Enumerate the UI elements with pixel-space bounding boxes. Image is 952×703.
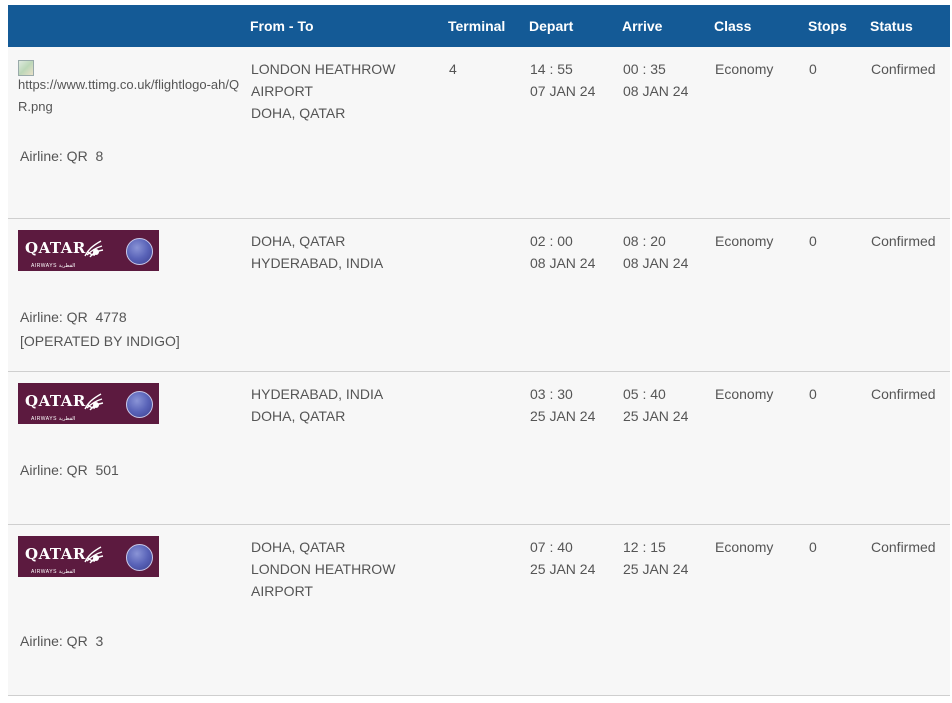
depart-date: 08 JAN 24 [530, 254, 596, 271]
airline-flight-number: Airline: QR 3 [20, 632, 104, 649]
stops-cell: 0 [809, 385, 817, 402]
airline-cell: QATAR AIRWAYS القطرية Airline: QR 4778 [… [8, 218, 250, 371]
terminal-cell [448, 218, 529, 371]
oneworld-icon [126, 543, 153, 571]
header-from-to: From - To [250, 18, 314, 34]
class-cell: Economy [715, 232, 774, 249]
route-from: LONDON HEATHROW AIRPORT [251, 61, 396, 99]
qatar-airways-logo: QATAR AIRWAYS القطرية [18, 229, 159, 271]
qatar-logo-sub: AIRWAYS القطرية [31, 568, 76, 575]
route-cell: DOHA, QATAR HYDERABAD, INDIA [250, 218, 448, 371]
oryx-icon [84, 545, 104, 563]
arrive-cell: 08 : 20 08 JAN 24 [622, 218, 714, 371]
arrive-date: 08 JAN 24 [623, 254, 689, 271]
status-cell: Confirmed [871, 538, 936, 555]
airline-info: Airline: QR 501 [18, 458, 242, 482]
oneworld-icon [126, 237, 153, 265]
airline-info: Airline: QR 4778 [OPERATED BY INDIGO] [18, 305, 242, 353]
route-from: DOHA, QATAR [251, 538, 346, 555]
route-to: LONDON HEATHROW AIRPORT [251, 560, 396, 599]
table-row: QATAR AIRWAYS القطرية Airline: QR 4778 [… [8, 218, 950, 371]
stops-cell: 0 [809, 538, 817, 555]
class-cell: Economy [715, 61, 774, 77]
terminal-cell: 4 [449, 61, 457, 77]
arrive-cell: 05 : 40 25 JAN 24 [622, 371, 714, 524]
route-from: DOHA, QATAR [251, 232, 346, 249]
header-class: Class [714, 18, 752, 34]
arrive-time: 00 : 35 [623, 61, 666, 77]
route-to: DOHA, QATAR [251, 407, 346, 424]
terminal-cell [448, 524, 529, 695]
operated-by: [OPERATED BY INDIGO] [20, 332, 180, 349]
table-header: From - To Terminal Depart Arrive Class S… [8, 5, 950, 47]
airline-info: Airline: QR 3 [18, 629, 242, 653]
route-from: HYDERABAD, INDIA [251, 385, 384, 402]
airline-logo-alt-text: https://www.ttimg.co.uk/flightlogo-ah/QR… [18, 77, 240, 114]
table-row: QATAR AIRWAYS القطرية Airline: QR 3 DOHA… [8, 524, 950, 695]
arrive-cell: 00 : 35 08 JAN 24 [622, 47, 714, 218]
arrive-cell: 12 : 15 25 JAN 24 [622, 524, 714, 695]
qatar-airways-logo: QATAR AIRWAYS القطرية [18, 535, 159, 577]
depart-date: 25 JAN 24 [530, 407, 596, 424]
depart-date: 07 JAN 24 [530, 83, 596, 99]
route-cell: DOHA, QATAR LONDON HEATHROW AIRPORT [250, 524, 448, 695]
depart-time: 02 : 00 [530, 232, 573, 249]
oryx-icon [84, 392, 104, 410]
depart-time: 03 : 30 [530, 385, 573, 402]
depart-date: 25 JAN 24 [530, 560, 596, 577]
depart-cell: 07 : 40 25 JAN 24 [529, 524, 622, 695]
header-logo [8, 5, 250, 47]
itinerary-container: From - To Terminal Depart Arrive Class S… [8, 5, 950, 696]
class-cell: Economy [715, 385, 774, 402]
airline-info: Airline: QR 8 [18, 144, 242, 168]
depart-time: 07 : 40 [530, 538, 573, 555]
airline-cell: QATAR AIRWAYS القطرية Airline: QR 3 [8, 524, 250, 695]
status-cell: Confirmed [871, 232, 936, 249]
arrive-time: 12 : 15 [623, 538, 666, 555]
route-cell: HYDERABAD, INDIA DOHA, QATAR [250, 371, 448, 524]
airline-flight-number: Airline: QR 4778 [20, 308, 127, 325]
status-cell: Confirmed [871, 385, 936, 402]
terminal-cell [448, 371, 529, 524]
depart-cell: 03 : 30 25 JAN 24 [529, 371, 622, 524]
status-cell: Confirmed [871, 61, 936, 77]
airline-flight-number: Airline: QR 8 [20, 148, 104, 164]
route-to: HYDERABAD, INDIA [251, 254, 384, 271]
oryx-icon [84, 239, 104, 257]
depart-cell: 14 : 55 07 JAN 24 [529, 47, 622, 218]
class-cell: Economy [715, 538, 774, 555]
table-body: https://www.ttimg.co.uk/flightlogo-ah/QR… [8, 47, 950, 695]
header-status: Status [870, 18, 913, 34]
table-row: https://www.ttimg.co.uk/flightlogo-ah/QR… [8, 47, 950, 218]
arrive-time: 05 : 40 [623, 385, 666, 402]
header-depart: Depart [529, 18, 574, 34]
header-arrive: Arrive [622, 18, 663, 34]
airline-cell: QATAR AIRWAYS القطرية Airline: QR 501 [8, 371, 250, 524]
depart-cell: 02 : 00 08 JAN 24 [529, 218, 622, 371]
route-to: DOHA, QATAR [251, 105, 346, 121]
flight-itinerary-table: From - To Terminal Depart Arrive Class S… [8, 5, 950, 696]
arrive-date: 08 JAN 24 [623, 83, 689, 99]
qatar-airways-logo: QATAR AIRWAYS القطرية [18, 382, 159, 424]
header-stops: Stops [808, 18, 847, 34]
oneworld-icon [126, 390, 153, 418]
arrive-time: 08 : 20 [623, 232, 666, 249]
route-cell: LONDON HEATHROW AIRPORT DOHA, QATAR [250, 47, 448, 218]
stops-cell: 0 [809, 61, 817, 77]
header-row: From - To Terminal Depart Arrive Class S… [8, 5, 950, 47]
qatar-logo-sub: AIRWAYS القطرية [31, 262, 76, 269]
depart-time: 14 : 55 [530, 61, 573, 77]
arrive-date: 25 JAN 24 [623, 407, 689, 424]
stops-cell: 0 [809, 232, 817, 249]
airline-cell: https://www.ttimg.co.uk/flightlogo-ah/QR… [8, 47, 250, 218]
qatar-logo-sub: AIRWAYS القطرية [31, 415, 76, 422]
table-row: QATAR AIRWAYS القطرية Airline: QR 501 HY… [8, 371, 950, 524]
header-terminal: Terminal [448, 18, 506, 34]
arrive-date: 25 JAN 24 [623, 560, 689, 577]
airline-flight-number: Airline: QR 501 [20, 461, 119, 478]
